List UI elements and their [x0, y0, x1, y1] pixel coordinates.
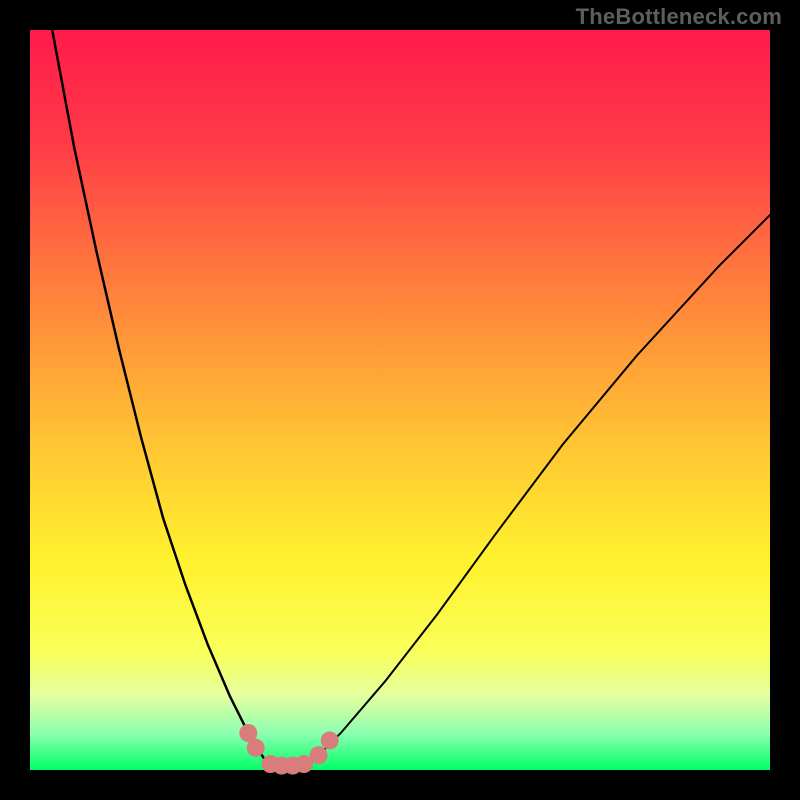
plot-background [30, 30, 770, 770]
watermark-text: TheBottleneck.com [576, 4, 782, 30]
marker-right-low2 [321, 731, 339, 749]
marker-right-low [310, 746, 328, 764]
chart-svg [0, 0, 800, 800]
chart-frame: TheBottleneck.com [0, 0, 800, 800]
marker-left-low2 [247, 739, 265, 757]
